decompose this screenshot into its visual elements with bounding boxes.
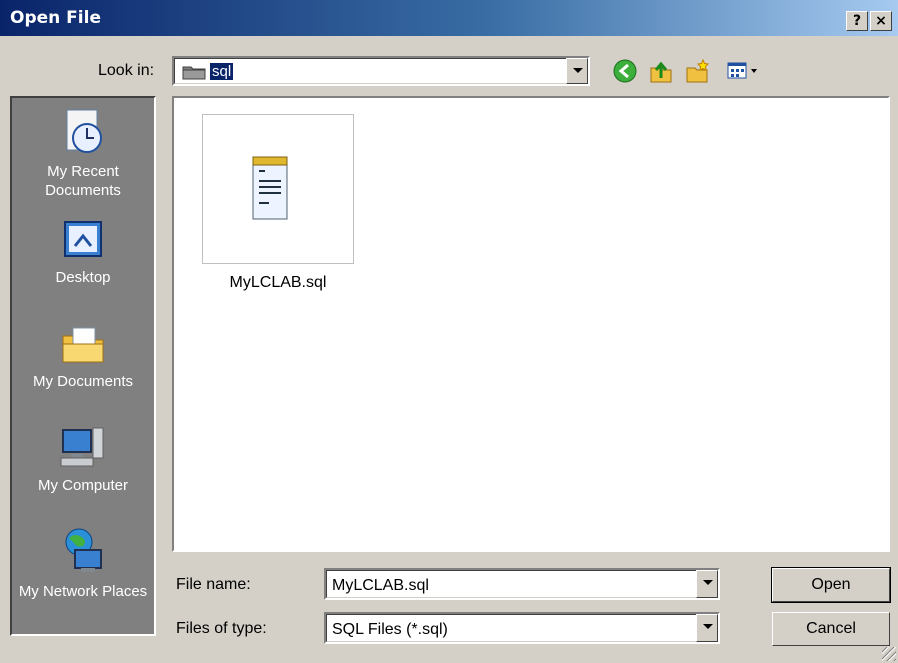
my-computer-icon [60, 427, 104, 467]
places-bar: My Recent Documents Desktop My Documents… [10, 96, 156, 636]
place-my-documents[interactable]: My Documents [12, 320, 154, 391]
place-recent-documents[interactable]: My Recent Documents [12, 106, 154, 200]
folder-icon [182, 66, 206, 80]
file-list[interactable]: MyLCLAB.sql [172, 96, 890, 552]
place-label: Desktop [55, 269, 111, 286]
file-type-field-label: Files of type: [176, 620, 267, 637]
place-desktop[interactable]: Desktop [12, 216, 154, 287]
resize-grip[interactable] [882, 647, 896, 661]
desktop-icon [64, 221, 102, 257]
title-bar: Open File ? × [0, 0, 898, 36]
file-type-value: SQL Files (*.sql) [332, 621, 448, 638]
network-places-icon [65, 528, 102, 572]
file-name-dropdown-arrow[interactable] [696, 570, 718, 598]
back-icon[interactable] [612, 58, 638, 84]
file-name-value: MyLCLAB.sql [332, 577, 429, 594]
file-name-label[interactable]: MyLCLAB.sql [202, 274, 354, 292]
place-label: My Network Places [18, 583, 148, 600]
file-type-dropdown-arrow[interactable] [696, 614, 718, 642]
place-my-computer[interactable]: My Computer [12, 424, 154, 495]
place-label: My Recent Documents [45, 163, 121, 199]
new-folder-icon[interactable] [684, 58, 710, 84]
window-title: Open File [10, 8, 101, 28]
help-button[interactable]: ? [846, 11, 868, 31]
close-button[interactable]: × [870, 11, 892, 31]
view-menu-icon[interactable] [726, 58, 762, 84]
place-network-places[interactable]: My Network Places [12, 526, 154, 601]
look-in-value: sql [208, 62, 235, 81]
file-name-field-label: File name: [176, 576, 251, 593]
notepad-file-icon [252, 156, 288, 220]
open-button[interactable]: Open [771, 567, 891, 603]
look-in-dropdown-arrow[interactable] [566, 58, 588, 84]
file-type-select[interactable]: SQL Files (*.sql) [324, 612, 720, 644]
place-label: My Documents [32, 373, 134, 390]
look-in-label: Look in: [98, 62, 155, 79]
my-documents-icon [62, 327, 104, 363]
up-folder-icon[interactable] [648, 58, 674, 84]
cancel-button[interactable]: Cancel [772, 612, 890, 646]
place-label: My Computer [37, 477, 129, 494]
file-item[interactable] [202, 114, 354, 264]
look-in-dropdown[interactable]: sql [172, 56, 590, 86]
recent-documents-icon [66, 109, 102, 153]
file-name-input[interactable]: MyLCLAB.sql [324, 568, 720, 600]
